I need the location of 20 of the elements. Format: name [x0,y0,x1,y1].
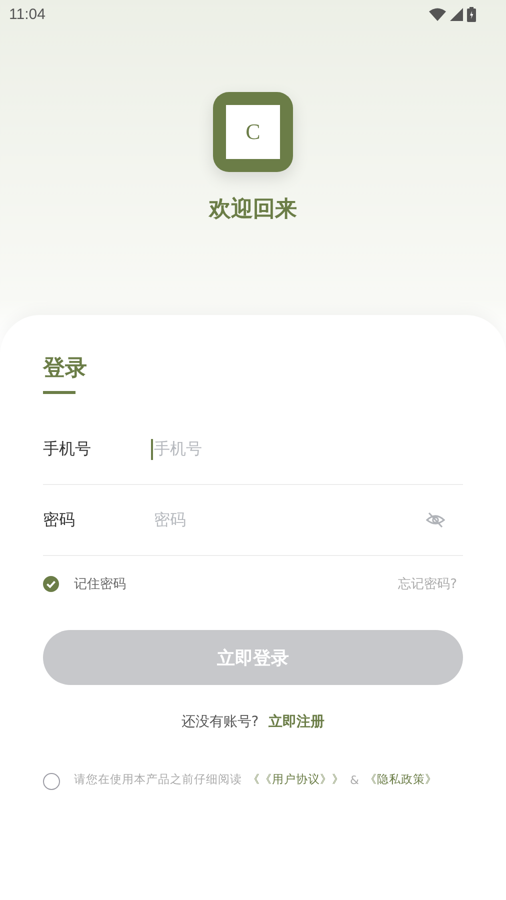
eye-slash-icon[interactable] [426,512,445,528]
wifi-icon [429,8,446,20]
forgot-password-link[interactable]: 忘记密码? [398,575,457,593]
privacy-policy-link[interactable]: 《隐私政策》 [364,772,437,787]
battery-icon [467,6,476,22]
ampersand-text: & [350,772,359,786]
agreement-text: 请您在使用本产品之前仔细阅读 [74,772,242,787]
field-label: 密码 [43,510,76,530]
login-tab[interactable]: 登录 [43,353,87,394]
logo-letter: C [246,119,260,145]
remember-label: 记住密码 [74,576,126,593]
register-prompt: 还没有账号? [181,713,259,731]
agreement-checkbox[interactable] [43,773,60,790]
field-label: 手机号 [43,438,92,460]
checkbox[interactable] [43,576,59,592]
welcome-title: 欢迎回来 [209,196,297,224]
signal-icon [450,8,463,20]
status-time: 11:04 [9,6,46,22]
register-link[interactable]: 立即注册 [268,713,325,731]
user-agreement-link[interactable]: 《《用户协议》》 [248,772,344,787]
